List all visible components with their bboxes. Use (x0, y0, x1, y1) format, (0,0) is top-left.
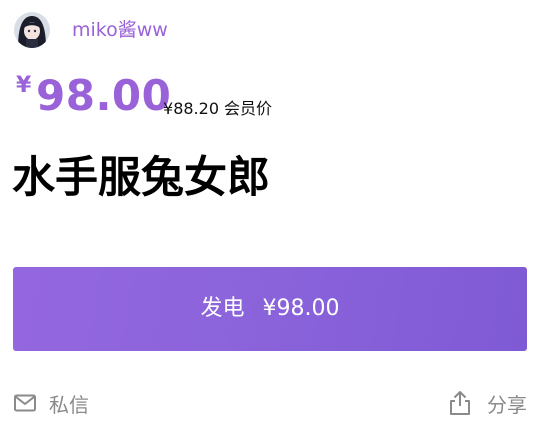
share-button[interactable]: 分享 (449, 389, 527, 417)
avatar-image (14, 12, 50, 48)
message-label: 私信 (49, 392, 89, 417)
member-price-label: 会员价 (224, 99, 273, 118)
author-name[interactable]: miko酱ww (72, 18, 168, 42)
support-button[interactable]: 发电 ¥98.00 (13, 267, 527, 351)
price-currency-symbol: ¥ (16, 73, 32, 98)
plan-title: 水手服兔女郎 (12, 153, 270, 203)
support-button-label: 发电 (200, 296, 245, 321)
share-label: 分享 (487, 392, 527, 417)
support-button-price: ¥98.00 (262, 296, 340, 321)
member-price-amount: 88.20 (173, 99, 219, 118)
mail-icon (14, 394, 36, 412)
author-avatar[interactable] (14, 12, 50, 48)
member-currency-symbol: ¥ (163, 99, 174, 118)
price-section: ¥ 98.00 ¥88.20 会员价 (14, 70, 534, 122)
author-info[interactable]: miko酱ww (14, 12, 168, 48)
member-price: ¥88.20 会员价 (163, 98, 272, 120)
message-button[interactable]: 私信 (14, 389, 89, 417)
price-amount: 98.00 (36, 71, 172, 120)
share-icon (450, 391, 470, 415)
